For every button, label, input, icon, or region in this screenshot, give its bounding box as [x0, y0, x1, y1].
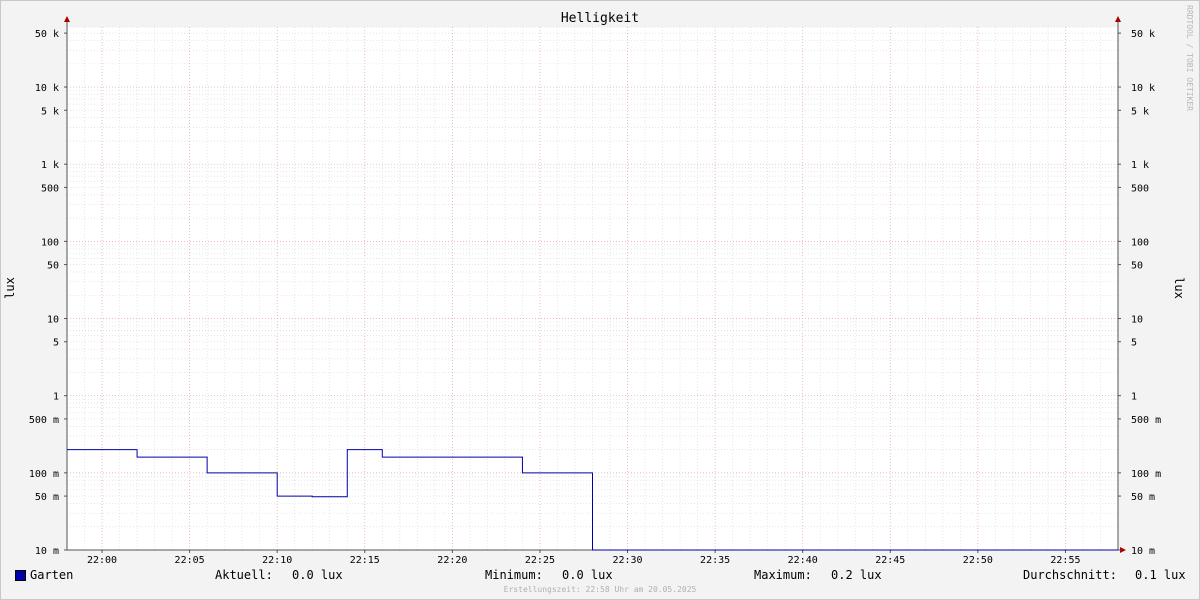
legend-min-label: Minimum: [485, 568, 543, 582]
y-tick-label-left: 5 k [41, 106, 59, 117]
y-tick-label-left: 1 k [41, 160, 59, 171]
grid-lines [66, 26, 1119, 551]
y-tick-label-right: 10 m [1131, 546, 1155, 557]
y-tick-label-right: 50 [1131, 261, 1143, 272]
x-tick-label: 22:00 [87, 555, 117, 566]
y-tick-label-left: 5 [53, 338, 59, 349]
y-tick-label-right: 5 k [1131, 106, 1149, 117]
legend-swatch-garten [15, 570, 26, 581]
legend: Garten Aktuell: 0.0 lux Minimum: 0.0 lux… [0, 568, 1200, 584]
y-tick-label-right: 1 [1131, 392, 1137, 403]
x-tick-label: 22:15 [350, 555, 380, 566]
legend-max-label: Maximum: [754, 568, 812, 582]
x-tick-label: 22:40 [788, 555, 818, 566]
x-tick-label: 22:10 [262, 555, 292, 566]
y-tick-label-left: 100 [41, 237, 59, 248]
legend-min-value: 0.0 lux [562, 568, 613, 582]
y-axis-label-left: lux [3, 277, 17, 299]
x-tick-label: 22:55 [1050, 555, 1080, 566]
y-tick-label-left: 500 [41, 183, 59, 194]
y-tick-label-left: 100 m [29, 469, 59, 480]
y-tick-label-left: 500 m [29, 415, 59, 426]
legend-series-name: Garten [30, 568, 74, 582]
x-tick-label: 22:05 [175, 555, 205, 566]
x-tick-label: 22:20 [437, 555, 467, 566]
y-tick-label-left: 10 k [35, 83, 59, 94]
x-tick-label: 22:25 [525, 555, 555, 566]
y-tick-label-right: 50 m [1131, 492, 1155, 503]
y-tick-label-right: 10 [1131, 315, 1143, 326]
chart-svg: 50 k 50 k 10 k 10 k 5 k 5 k 1 k 1 k 500 500 100 100… [3, 16, 1186, 566]
x-tick-label: 22:50 [963, 555, 993, 566]
creation-time-footer: Erstellungszeit: 22:58 Uhr am 20.05.2025 [503, 585, 697, 594]
y-tick-label-left: 10 m [35, 546, 59, 557]
legend-avg-value: 0.1 lux [1135, 568, 1186, 582]
y-axis-arrow-right [1115, 16, 1121, 22]
y-tick-label-right: 5 [1131, 338, 1137, 349]
y-tick-label-right: 1 k [1131, 160, 1149, 171]
y-tick-label-right: 500 [1131, 183, 1149, 194]
x-tick-label: 22:30 [612, 555, 642, 566]
legend-avg-label: Durchschnitt: [1023, 568, 1117, 582]
legend-max-value: 0.2 lux [831, 568, 882, 582]
y-tick-label-left: 50 m [35, 492, 59, 503]
y-tick-label-right: 500 m [1131, 415, 1161, 426]
y-tick-label-right: 10 k [1131, 83, 1155, 94]
y-tick-label-right: 100 m [1131, 469, 1161, 480]
y-axis-arrow-left [64, 16, 70, 22]
y-tick-label-left: 10 [47, 315, 59, 326]
y-tick-label-right: 50 k [1131, 29, 1155, 40]
x-tick-label: 22:45 [875, 555, 905, 566]
x-tick-label: 22:35 [700, 555, 730, 566]
y-tick-label-left: 1 [53, 392, 59, 403]
legend-current-value: 0.0 lux [292, 568, 343, 582]
y-axis-label-right: lux [1172, 277, 1186, 299]
y-tick-label-left: 50 k [35, 29, 59, 40]
legend-current-label: Aktuell: [215, 568, 273, 582]
y-tick-label-right: 100 [1131, 237, 1149, 248]
y-tick-label-left: 50 [47, 261, 59, 272]
